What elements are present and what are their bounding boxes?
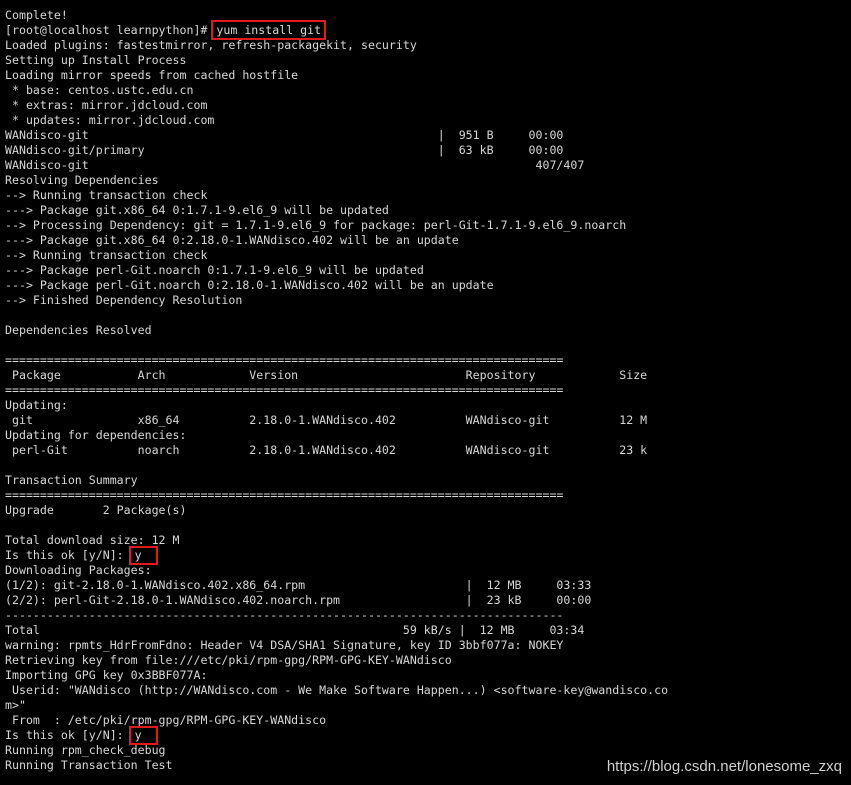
terminal-line: --> Running transaction check <box>5 188 208 202</box>
terminal-line: ---> Package perl-Git.noarch 0:1.7.1-9.e… <box>5 263 424 277</box>
terminal-line: Loaded plugins: fastestmirror, refresh-p… <box>5 38 417 52</box>
terminal-line: warning: rpmts_HdrFromFdno: Header V4 DS… <box>5 638 564 652</box>
terminal-line: perl-Git noarch 2.18.0-1.WANdisco.402 WA… <box>5 443 648 457</box>
terminal-line: Resolving Dependencies <box>5 173 159 187</box>
terminal-line: Running Transaction Test <box>5 758 173 772</box>
terminal-line: Upgrade 2 Package(s) <box>5 503 187 517</box>
terminal-line: ========================================… <box>5 488 564 502</box>
terminal-line: Is this ok [y/N]: y <box>5 726 668 745</box>
terminal-line: Transaction Summary <box>5 473 138 487</box>
terminal-line: Dependencies Resolved <box>5 323 152 337</box>
terminal-line: Userid: "WANdisco (http://WANdisco.com -… <box>5 683 669 697</box>
confirm-prompt: Is this ok [y/N]: <box>5 728 131 742</box>
terminal-line: ---> Package git.x86_64 0:2.18.0-1.WANdi… <box>5 233 459 247</box>
watermark-text: https://blog.csdn.net/lonesome_zxq <box>606 758 842 775</box>
shell-prompt: [root@localhost learnpython]# <box>5 23 215 37</box>
terminal-line: WANdisco-git | 951 B 00:00 <box>5 128 564 142</box>
terminal-line: ========================================… <box>5 353 564 367</box>
terminal-line: m>" <box>5 698 26 712</box>
highlighted-command: yum install git <box>211 20 327 40</box>
terminal-line: Updating for dependencies: <box>5 428 187 442</box>
terminal-line: (1/2): git-2.18.0-1.WANdisco.402.x86_64.… <box>5 578 592 592</box>
terminal-line: --> Processing Dependency: git = 1.7.1-9… <box>5 218 627 232</box>
terminal-line: --> Running transaction check <box>5 248 208 262</box>
terminal-line: * base: centos.ustc.edu.cn <box>5 83 194 97</box>
terminal-line: Downloading Packages: <box>5 563 152 577</box>
terminal-line: Updating: <box>5 398 68 412</box>
terminal-line: Importing GPG key 0x3BBF077A: <box>5 668 208 682</box>
terminal-line: WANdisco-git 407/407 <box>5 158 585 172</box>
confirm-prompt: Is this ok [y/N]: <box>5 548 131 562</box>
terminal-line: ---> Package git.x86_64 0:1.7.1-9.el6_9 … <box>5 203 389 217</box>
terminal-line: * updates: mirror.jdcloud.com <box>5 113 215 127</box>
terminal-line: Running rpm_check_debug <box>5 743 166 757</box>
terminal-line: Setting up Install Process <box>5 53 187 67</box>
terminal-line: WANdisco-git/primary | 63 kB 00:00 <box>5 143 564 157</box>
terminal-line: Loading mirror speeds from cached hostfi… <box>5 68 299 82</box>
terminal-line: git x86_64 2.18.0-1.WANdisco.402 WANdisc… <box>5 413 648 427</box>
terminal-line: ----------------------------------------… <box>5 608 564 622</box>
terminal-line: ========================================… <box>5 383 564 397</box>
terminal-output: Complete! [root@localhost learnpython]# y… <box>5 0 668 773</box>
terminal-line: Is this ok [y/N]: y <box>5 546 668 565</box>
terminal-line: Total download size: 12 M <box>5 533 180 547</box>
terminal-line: [root@localhost learnpython]# yum instal… <box>5 20 668 40</box>
terminal-line: --> Finished Dependency Resolution <box>5 293 243 307</box>
terminal-window[interactable]: Complete! [root@localhost learnpython]# y… <box>0 0 851 785</box>
terminal-line: Complete! <box>5 8 68 22</box>
terminal-line: * extras: mirror.jdcloud.com <box>5 98 208 112</box>
terminal-line: ---> Package perl-Git.noarch 0:2.18.0-1.… <box>5 278 494 292</box>
terminal-line: Retrieving key from file:///etc/pki/rpm-… <box>5 653 452 667</box>
terminal-line: From : /etc/pki/rpm-gpg/RPM-GPG-KEY-WANd… <box>5 713 327 727</box>
terminal-line: Package Arch Version Repository Size <box>5 368 648 382</box>
terminal-line: Total 59 kB/s | 12 MB 03:34 <box>5 623 585 637</box>
highlighted-answer: y <box>128 546 158 565</box>
terminal-line: (2/2): perl-Git-2.18.0-1.WANdisco.402.no… <box>5 593 592 607</box>
highlighted-answer: y <box>128 726 158 745</box>
